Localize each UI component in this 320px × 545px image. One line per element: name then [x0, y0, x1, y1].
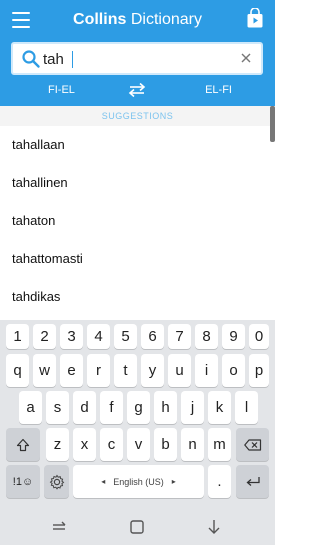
key-p[interactable]: p	[249, 354, 269, 387]
swap-languages-icon[interactable]	[127, 81, 147, 99]
key-0[interactable]: 0	[249, 324, 269, 349]
key-8[interactable]: 8	[195, 324, 218, 349]
key-j[interactable]: j	[181, 391, 204, 424]
key-r[interactable]: r	[87, 354, 110, 387]
app-root: Collins Dictionary FI-EL	[0, 0, 275, 545]
key-x[interactable]: x	[73, 428, 96, 461]
key-v[interactable]: v	[127, 428, 150, 461]
key-y[interactable]: y	[141, 354, 164, 387]
enter-icon	[246, 476, 260, 486]
suggestion-item[interactable]: tahaton	[0, 202, 268, 240]
suggestion-item[interactable]: tahattomasti	[0, 240, 268, 278]
suggestion-item[interactable]: tahallinen	[0, 164, 268, 202]
home-icon[interactable]	[128, 518, 146, 536]
language-el-fi[interactable]: EL-FI	[205, 84, 232, 96]
store-bag-icon[interactable]	[247, 8, 263, 28]
key-h[interactable]: h	[154, 391, 177, 424]
key-k[interactable]: k	[208, 391, 231, 424]
clear-icon[interactable]	[239, 51, 253, 65]
suggestions-list: tahallaan tahallinen tahaton tahattomast…	[0, 126, 275, 320]
key-2[interactable]: 2	[33, 324, 56, 349]
key-period[interactable]: .	[208, 465, 231, 498]
key-7[interactable]: 7	[168, 324, 191, 349]
search-icon	[22, 50, 40, 68]
key-g[interactable]: g	[127, 391, 150, 424]
suggestion-item[interactable]: tahdikas	[0, 278, 268, 316]
suggestion-item[interactable]: tahallaan	[0, 126, 268, 164]
space-left-arrow: ◂	[101, 477, 106, 486]
key-4[interactable]: 4	[87, 324, 110, 349]
space-bar[interactable]: ◂ English (US) ▸	[73, 465, 204, 498]
key-9[interactable]: 9	[222, 324, 245, 349]
key-f[interactable]: f	[100, 391, 123, 424]
space-language-label: English (US)	[113, 476, 164, 487]
onscreen-keyboard: 1 2 3 4 5 6 7 8 9 0 q w e r t y u i o p …	[0, 320, 275, 508]
suggestions-label: SUGGESTIONS	[0, 106, 275, 126]
shift-key[interactable]	[6, 428, 40, 461]
key-u[interactable]: u	[168, 354, 191, 387]
key-l[interactable]: l	[235, 391, 258, 424]
search-input[interactable]	[43, 49, 228, 69]
settings-gear-icon	[49, 474, 64, 490]
key-a[interactable]: a	[19, 391, 42, 424]
key-5[interactable]: 5	[114, 324, 137, 349]
key-b[interactable]: b	[154, 428, 177, 461]
key-6[interactable]: 6	[141, 324, 164, 349]
key-c[interactable]: c	[100, 428, 123, 461]
key-m[interactable]: m	[208, 428, 231, 461]
backspace-icon	[243, 438, 261, 451]
recent-apps-icon[interactable]	[50, 518, 68, 536]
back-icon[interactable]	[205, 518, 223, 536]
app-title-brand: Collins	[73, 11, 127, 28]
key-d[interactable]: d	[73, 391, 96, 424]
text-caret	[72, 51, 73, 68]
app-header: Collins Dictionary FI-EL	[0, 0, 275, 106]
key-o[interactable]: o	[222, 354, 245, 387]
key-n[interactable]: n	[181, 428, 204, 461]
language-switcher: FI-EL EL-FI	[0, 78, 275, 104]
key-3[interactable]: 3	[60, 324, 83, 349]
language-fi-el[interactable]: FI-EL	[48, 84, 75, 96]
enter-key[interactable]	[236, 465, 269, 498]
search-field[interactable]	[11, 42, 263, 75]
symbols-key[interactable]: !1☺	[6, 465, 40, 498]
key-w[interactable]: w	[33, 354, 56, 387]
app-title-rest: Dictionary	[130, 11, 202, 28]
keyboard-settings-key[interactable]	[44, 465, 69, 498]
shift-icon	[16, 438, 30, 451]
system-nav-bar	[0, 508, 275, 545]
key-i[interactable]: i	[195, 354, 218, 387]
key-q[interactable]: q	[6, 354, 29, 387]
key-s[interactable]: s	[46, 391, 69, 424]
app-title: Collins Dictionary	[0, 10, 275, 30]
key-1[interactable]: 1	[6, 324, 29, 349]
key-z[interactable]: z	[46, 428, 69, 461]
key-t[interactable]: t	[114, 354, 137, 387]
key-e[interactable]: e	[60, 354, 83, 387]
backspace-key[interactable]	[236, 428, 269, 461]
space-right-arrow: ▸	[171, 477, 176, 486]
